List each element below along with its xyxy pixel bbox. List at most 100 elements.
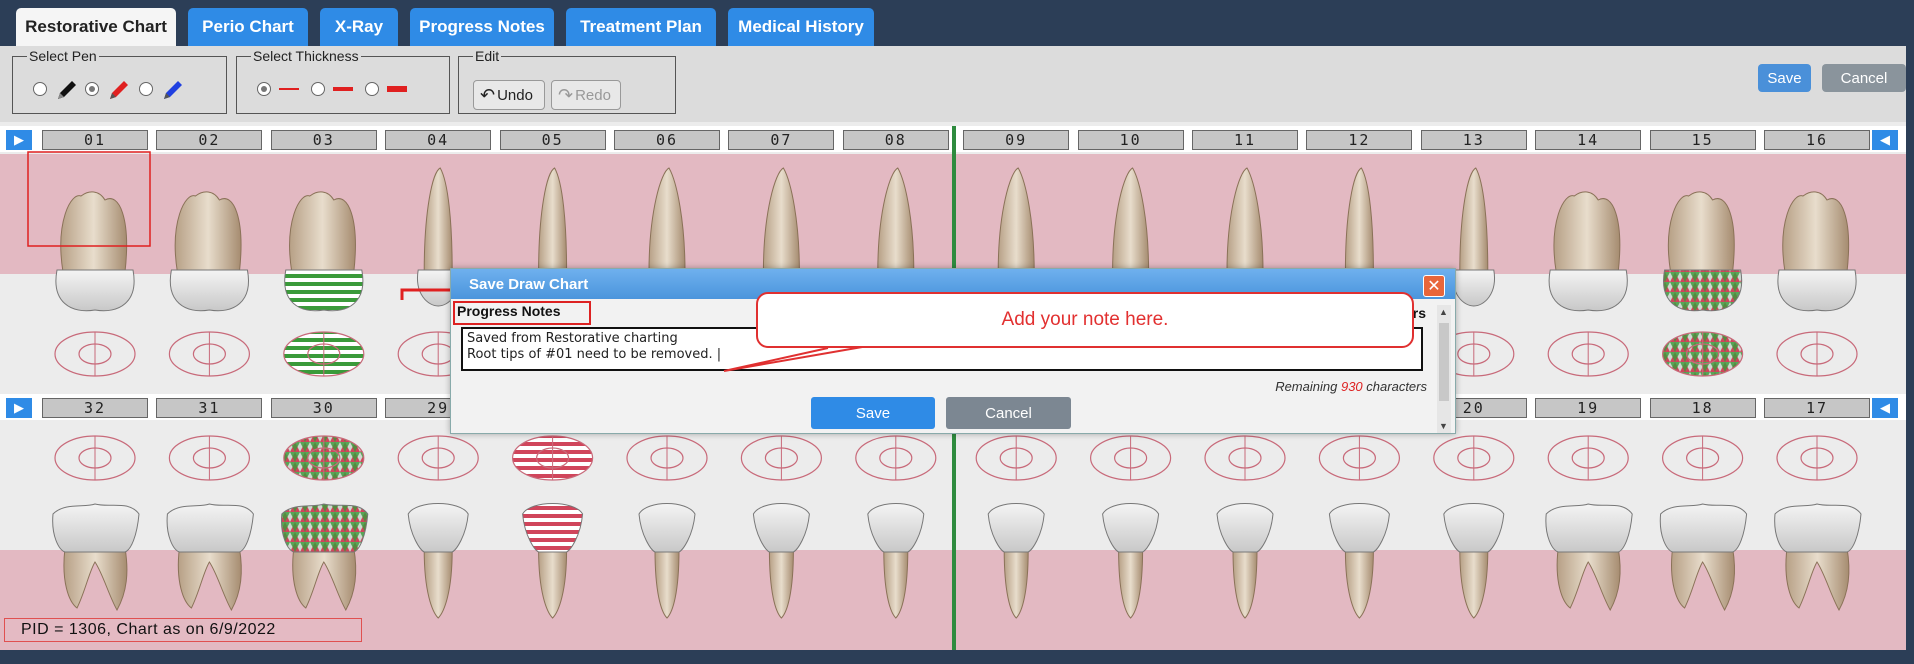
tooth-root	[1556, 547, 1621, 612]
tooth-root	[423, 549, 453, 619]
tooth-root	[1459, 167, 1489, 273]
tooth-crown	[1102, 503, 1160, 553]
tooth-crown	[280, 503, 369, 553]
tooth-root	[1118, 549, 1144, 619]
edit-group: Edit ↶ Undo ↷ Redo	[458, 48, 676, 114]
select-thickness-group: Select Thickness	[236, 48, 450, 114]
tooth-root	[1344, 549, 1374, 619]
scroll-up-icon[interactable]: ▲	[1439, 307, 1448, 317]
redo-button[interactable]: ↷ Redo	[551, 80, 621, 110]
upper-right-arrow[interactable]: ◀	[1872, 130, 1898, 150]
tooth-crown	[1548, 269, 1628, 312]
redo-label: Redo	[575, 86, 611, 104]
tooth-root	[1671, 547, 1736, 612]
pid-label: PID = 1306, Chart as on 6/9/2022	[4, 618, 362, 642]
dialog-save-button[interactable]: Save	[811, 397, 935, 429]
tab-progress-notes[interactable]: Progress Notes	[410, 8, 554, 46]
pencil-icon	[164, 81, 182, 99]
tooth-root	[1782, 191, 1850, 273]
tooth-root	[762, 167, 800, 273]
tooth-crown	[522, 503, 584, 553]
tab-x-ray[interactable]: X-Ray	[320, 8, 398, 46]
tab-treatment-plan[interactable]: Treatment Plan	[566, 8, 716, 46]
select-pen-legend: Select Pen	[29, 48, 97, 64]
tooth-crown	[1777, 269, 1857, 312]
tooth-root	[1226, 167, 1264, 273]
tooth-crown	[638, 503, 696, 553]
thickness-thin-radio[interactable]	[257, 82, 271, 96]
pencil-icon	[58, 81, 76, 99]
tooth-root	[1667, 191, 1735, 273]
tooth-crown	[752, 503, 810, 553]
tooth-crown	[1443, 503, 1505, 553]
tab-perio-chart[interactable]: Perio Chart	[188, 8, 308, 46]
select-thickness-legend: Select Thickness	[253, 48, 359, 64]
scroll-down-icon[interactable]: ▼	[1439, 421, 1448, 431]
tab-medical-history[interactable]: Medical History	[728, 8, 874, 46]
pen-black-radio[interactable]	[33, 82, 47, 96]
tooth-root	[538, 167, 568, 273]
drawing-toolbar: Select Pen Select Thickness Edit ↶ Undo …	[0, 46, 1906, 122]
remaining-count: 930	[1340, 379, 1363, 394]
pen-blue-radio[interactable]	[139, 82, 153, 96]
lower-right-arrow[interactable]: ◀	[1872, 398, 1898, 418]
tooth-crown	[1659, 503, 1748, 553]
lower-left-arrow[interactable]: ▶	[6, 398, 32, 418]
tooth-root	[877, 167, 915, 273]
tooth-root	[177, 547, 242, 612]
tooth-crown	[169, 269, 249, 312]
tooth-root	[60, 191, 128, 273]
tooth-root	[654, 549, 680, 619]
dialog-scrollbar[interactable]: ▲ ▼	[1437, 305, 1451, 433]
tab-restorative-chart[interactable]: Restorative Chart	[16, 8, 176, 46]
dialog-cancel-button[interactable]: Cancel	[946, 397, 1071, 429]
tooth-root	[423, 167, 453, 273]
tooth-root	[292, 547, 357, 612]
redo-icon: ↷	[558, 84, 574, 105]
upper-left-arrow[interactable]: ▶	[6, 130, 32, 150]
undo-label: Undo	[497, 86, 533, 104]
tooth-root	[289, 191, 356, 273]
tooth-root	[1785, 547, 1850, 612]
tooth-root	[538, 549, 568, 619]
tooth-root	[768, 549, 794, 619]
tooth-root	[883, 549, 909, 619]
edit-legend: Edit	[475, 48, 500, 64]
scroll-thumb[interactable]	[1439, 323, 1449, 401]
remaining-suffix: characters	[1366, 379, 1427, 394]
tooth-crown	[1452, 269, 1495, 307]
tooth-crown	[52, 503, 140, 553]
tooth-root	[997, 167, 1035, 273]
tooth-crown	[1216, 503, 1274, 553]
tab-bar: Restorative Chart Perio Chart X-Ray Prog…	[0, 0, 1914, 46]
pencil-icon	[110, 81, 128, 99]
thickness-thick-radio[interactable]	[365, 82, 379, 96]
undo-button[interactable]: ↶ Undo	[473, 80, 545, 110]
tooth-crown	[867, 503, 925, 553]
tooth-root	[1112, 167, 1150, 273]
tooth-root	[1003, 549, 1029, 619]
add-note-callout: Add your note here.	[756, 292, 1414, 348]
thickness-medium-radio[interactable]	[311, 82, 325, 96]
cancel-button[interactable]: Cancel	[1822, 64, 1906, 92]
remaining-characters: Remaining 930 characters	[1275, 379, 1427, 394]
undo-icon: ↶	[480, 84, 496, 105]
tooth-crown	[407, 503, 469, 553]
tooth-crown	[55, 269, 135, 312]
save-button[interactable]: Save	[1758, 64, 1811, 92]
tooth-root	[648, 167, 686, 273]
tooth-crown	[1545, 503, 1633, 553]
select-pen-group: Select Pen	[12, 48, 227, 114]
tooth-crown	[284, 269, 364, 312]
close-icon[interactable]: ✕	[1423, 275, 1445, 297]
tooth-root	[1232, 549, 1258, 619]
tooth-root	[1553, 191, 1621, 273]
tooth-root	[63, 547, 128, 612]
pen-red-radio[interactable]	[85, 82, 99, 96]
tooth-crown	[1663, 269, 1743, 312]
thin-line-icon	[279, 88, 299, 90]
tooth-crown	[987, 503, 1045, 553]
medium-line-icon	[333, 87, 353, 91]
tooth-crown	[1328, 503, 1390, 553]
tooth-root	[1344, 167, 1374, 273]
